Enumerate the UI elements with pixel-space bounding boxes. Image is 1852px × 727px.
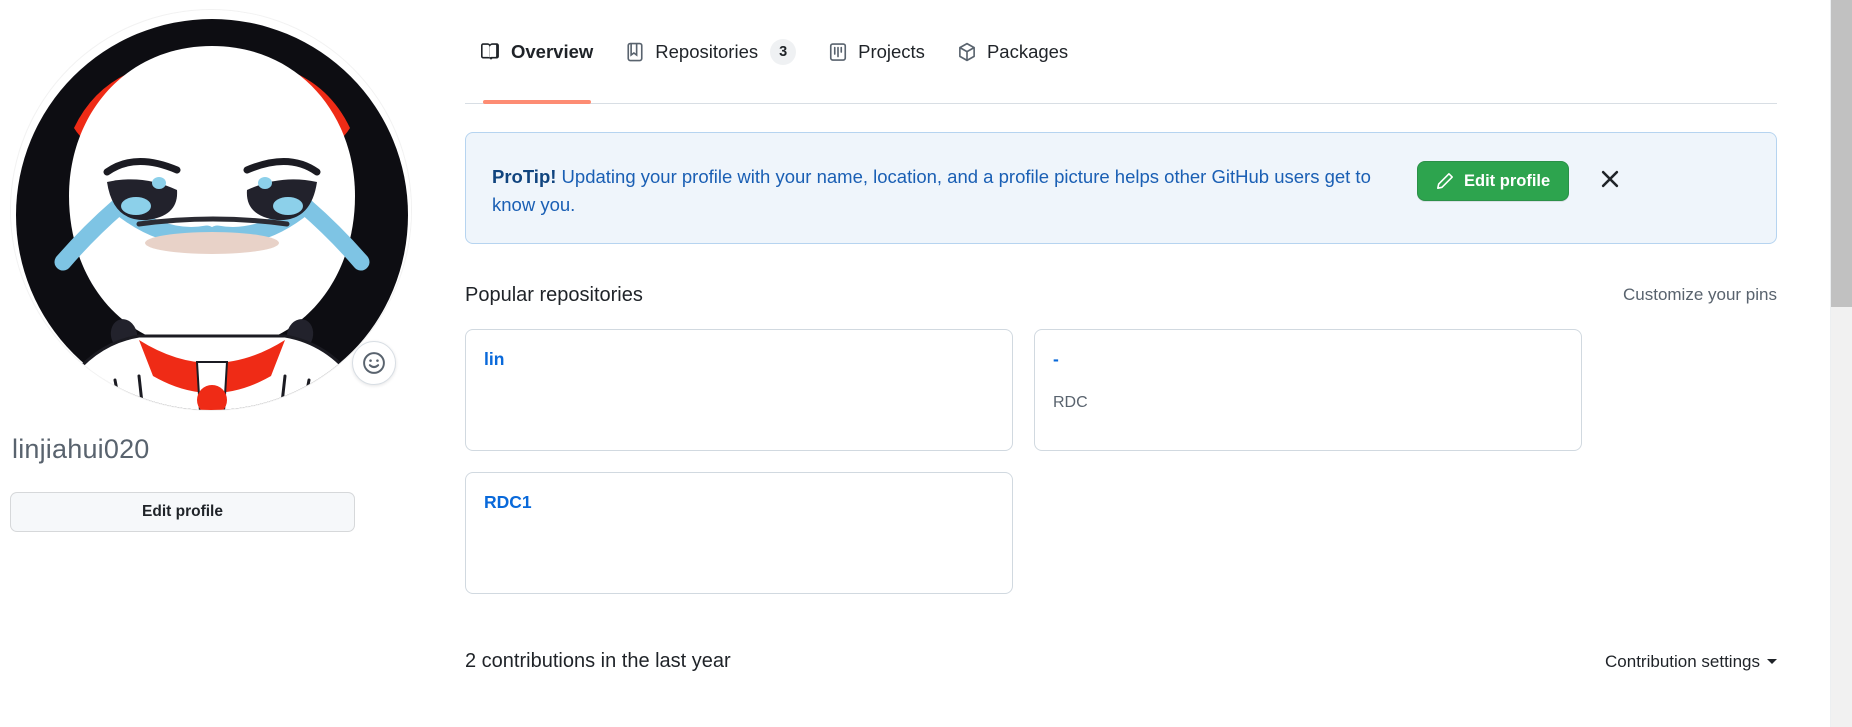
repo-name-link[interactable]: lin [484,349,504,370]
repo-card[interactable]: - RDC [1034,328,1582,451]
set-status-button[interactable] [352,341,396,385]
contribution-settings-button[interactable]: Contribution settings [1605,652,1777,672]
scrollbar-thumb[interactable] [1831,0,1852,307]
package-icon [957,42,977,62]
repo-card[interactable]: RDC1 [465,471,1013,594]
popular-repositories-title: Popular repositories [465,283,643,306]
contributions-title: 2 contributions in the last year [465,649,731,672]
profile-tabs: Overview Repositories 3 Projects Package… [465,0,1777,104]
pencil-icon [1437,173,1453,189]
tab-projects-label: Projects [858,40,925,62]
avatar-container [10,9,412,411]
customize-pins-link[interactable]: Customize your pins [1623,285,1777,305]
repo-icon [625,42,645,62]
repo-card[interactable]: lin [465,328,1013,451]
contribution-settings-label: Contribution settings [1605,651,1760,671]
protip-actions: Edit profile [1397,157,1625,201]
close-icon [1601,170,1619,188]
protip-text: ProTip! Updating your profile with your … [492,157,1397,219]
edit-profile-button-sidebar[interactable]: Edit profile [10,491,355,532]
profile-main-column: Overview Repositories 3 Projects Package… [420,0,1832,727]
tab-projects[interactable]: Projects [812,0,941,104]
chevron-down-icon [1767,659,1777,664]
profile-sidebar: linjiahui020 Edit profile [0,0,420,727]
tab-repositories-count: 3 [770,38,797,65]
avatar[interactable] [10,9,412,411]
protip-body: Updating your profile with your name, lo… [492,166,1371,215]
tab-packages[interactable]: Packages [941,0,1084,104]
page-scrollbar[interactable] [1831,0,1852,727]
contributions-header: 2 contributions in the last year Contrib… [465,650,1777,673]
edit-profile-banner-label: Edit profile [1464,171,1551,190]
repo-name-link[interactable]: RDC1 [484,492,532,513]
protip-lead: ProTip! [492,166,557,187]
protip-banner: ProTip! Updating your profile with your … [465,132,1777,244]
tab-overview[interactable]: Overview [465,0,609,104]
tab-repositories-label: Repositories [655,40,759,62]
dismiss-protip-button[interactable] [1595,164,1625,194]
profile-username: linjiahui020 [12,434,150,464]
edit-profile-button-banner[interactable]: Edit profile [1417,161,1570,201]
book-icon [481,42,501,62]
tab-overview-label: Overview [511,40,594,62]
tab-repositories[interactable]: Repositories 3 [609,0,812,104]
tab-packages-label: Packages [986,40,1069,62]
github-profile-page: linjiahui020 Edit profile Overview Repos… [0,0,1852,727]
smiley-icon [363,352,385,374]
popular-repositories-header: Popular repositories Customize your pins [465,284,1777,307]
popular-repositories-grid: lin - RDC RDC1 [465,328,1777,594]
repo-description: RDC [1053,393,1088,411]
project-icon [828,42,848,62]
repo-name-link[interactable]: - [1053,349,1059,370]
